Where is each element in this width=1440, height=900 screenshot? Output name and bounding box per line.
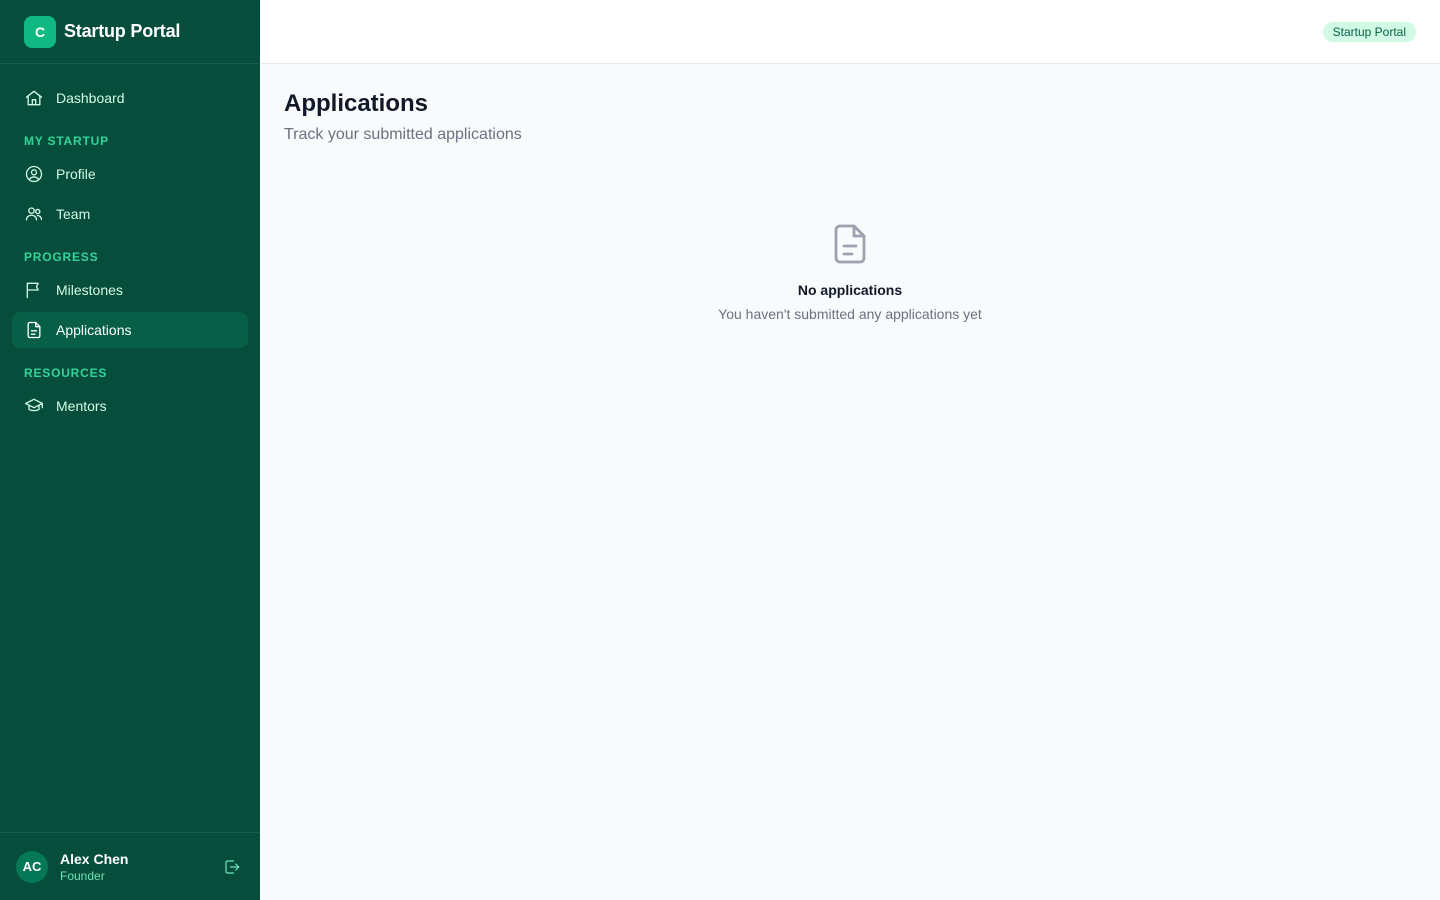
sidebar-item-label: Applications	[56, 322, 132, 338]
topbar: Startup Portal	[260, 0, 1440, 64]
user-role: Founder	[60, 868, 105, 883]
sidebar-item-label: Profile	[56, 166, 96, 182]
page-content: Applications Track your submitted applic…	[260, 64, 1440, 900]
brand-logo: C	[24, 15, 56, 48]
sidebar-item-milestones[interactable]: Milestones	[12, 272, 248, 308]
sidebar-item-applications[interactable]: Applications	[12, 312, 248, 348]
avatar[interactable]: AC	[16, 850, 48, 883]
page-subtitle: Track your submitted applications	[284, 126, 522, 143]
document-icon	[834, 224, 866, 264]
sidebar: C Startup Portal Dashboard MY STARTUP Pr…	[0, 0, 260, 900]
page-title: Applications	[284, 90, 429, 117]
graduation-cap-icon	[25, 398, 43, 412]
sidebar-item-mentors[interactable]: Mentors	[12, 388, 248, 424]
empty-state: No applications You haven't submitted an…	[284, 220, 1416, 322]
sidebar-item-label: Mentors	[56, 398, 107, 414]
user-panel: AC Alex Chen Founder	[0, 832, 260, 900]
user-name: Alex Chen	[60, 850, 129, 867]
sidebar-nav: Dashboard MY STARTUP Profile Team PROGRE…	[0, 64, 260, 832]
sidebar-item-label: Team	[56, 206, 91, 222]
logout-icon	[225, 859, 240, 874]
empty-state-title: No applications	[797, 282, 903, 298]
logout-button[interactable]	[220, 855, 244, 879]
users-icon	[25, 207, 43, 221]
app-root: C Startup Portal Dashboard MY STARTUP Pr…	[0, 0, 1440, 900]
empty-state-message: You haven't submitted any applications y…	[718, 306, 982, 322]
sidebar-item-dashboard[interactable]: Dashboard	[12, 80, 248, 116]
sidebar-item-label: Milestones	[56, 282, 123, 298]
section-label-progress: PROGRESS	[24, 250, 99, 264]
flag-icon	[26, 282, 39, 299]
document-icon	[27, 321, 41, 339]
home-icon	[25, 90, 43, 106]
main-area: Startup Portal Applications Track your s…	[260, 0, 1440, 900]
sidebar-item-label: Dashboard	[56, 90, 125, 106]
user-circle-icon	[25, 165, 43, 183]
brand[interactable]: C Startup Portal	[0, 0, 260, 64]
portal-badge: Startup Portal	[1322, 21, 1416, 42]
user-info: Alex Chen Founder	[60, 851, 220, 883]
sidebar-item-profile[interactable]: Profile	[12, 156, 248, 192]
section-label-resources: RESOURCES	[24, 366, 108, 380]
section-label-my-startup: MY STARTUP	[24, 134, 109, 148]
brand-name: Startup Portal	[64, 21, 181, 41]
sidebar-item-team[interactable]: Team	[12, 196, 248, 232]
